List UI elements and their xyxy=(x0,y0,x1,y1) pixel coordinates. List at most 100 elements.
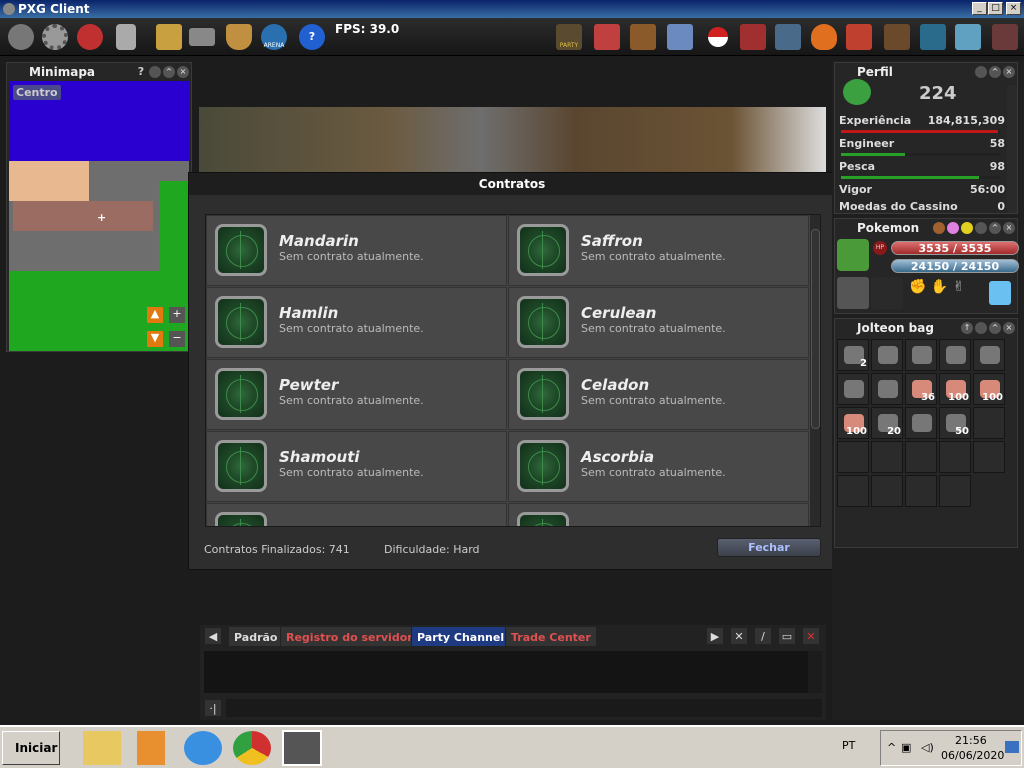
bag-slot-green-device-icon[interactable]: 20 xyxy=(871,407,903,439)
bag-slot-toolbox-icon[interactable] xyxy=(905,407,937,439)
close-tab-icon[interactable]: ✕ xyxy=(730,627,748,645)
calendar-icon[interactable] xyxy=(992,24,1018,50)
media-player-icon[interactable] xyxy=(136,730,166,766)
help-icon[interactable]: ? xyxy=(299,24,325,50)
contract-item[interactable]: Saffron Sem contrato atualmente. xyxy=(508,215,809,286)
contract-item[interactable]: Celadon Sem contrato atualmente. xyxy=(508,359,809,430)
bag-slot-goggles-icon[interactable] xyxy=(871,339,903,371)
close-icon[interactable]: × xyxy=(1003,322,1015,334)
minimize-icon[interactable]: ^ xyxy=(989,322,1001,334)
zoom-out-button[interactable]: − xyxy=(169,331,185,347)
contract-item[interactable] xyxy=(508,503,809,526)
chat-mode-icon[interactable]: ·| xyxy=(204,699,222,717)
minimize-icon[interactable]: ^ xyxy=(163,66,175,78)
bag-slot-capsule-icon[interactable] xyxy=(905,339,937,371)
trainer-icon[interactable] xyxy=(846,24,872,50)
explorer-icon[interactable] xyxy=(82,730,122,766)
close-icon[interactable]: × xyxy=(1003,66,1015,78)
bag-slot-meat-pile-icon[interactable]: 36 xyxy=(905,373,937,405)
profile-scrollbar[interactable] xyxy=(1007,85,1017,213)
lock-icon[interactable] xyxy=(975,322,987,334)
bag-slot-blue-cloth-icon[interactable] xyxy=(871,373,903,405)
clock-date[interactable]: 06/06/2020 xyxy=(941,749,1004,762)
close-window-button[interactable]: × xyxy=(1006,2,1021,15)
pxg-app-icon[interactable] xyxy=(282,730,322,766)
quest-book-icon[interactable] xyxy=(156,24,182,50)
party-icon[interactable]: PARTY xyxy=(556,24,582,50)
close-button[interactable]: Fechar xyxy=(717,538,821,557)
pokeball-slot-icon[interactable] xyxy=(871,277,903,309)
contract-item[interactable]: Hamlin Sem contrato atualmente. xyxy=(206,287,507,358)
bag-slot-meat-pile-icon[interactable]: 100 xyxy=(939,373,971,405)
guild-shield-icon[interactable] xyxy=(226,24,252,50)
ghost-icon[interactable] xyxy=(920,24,946,50)
bag-slot-empty[interactable] xyxy=(871,441,903,473)
moves-icons[interactable]: ✊ ✋ ✌ xyxy=(909,279,979,305)
help-button[interactable]: ? xyxy=(135,66,147,78)
center-button[interactable]: Centro xyxy=(13,85,61,100)
bag-slot-yellow-device-icon[interactable]: 2 xyxy=(837,339,869,371)
bag-slot-empty[interactable] xyxy=(837,475,869,507)
bag-slot-pickaxe-icon[interactable] xyxy=(939,339,971,371)
zoom-in-button[interactable]: + xyxy=(169,307,185,323)
arena-globe-icon[interactable]: ARENA xyxy=(261,24,287,50)
chat-input[interactable] xyxy=(226,699,822,717)
game-view[interactable] xyxy=(199,107,826,173)
bag-icon[interactable] xyxy=(740,24,766,50)
contract-item[interactable]: Shamouti Sem contrato atualmente. xyxy=(206,431,507,502)
pokeball-icon[interactable] xyxy=(708,27,728,47)
pokemon-portrait[interactable] xyxy=(837,239,869,271)
bag-slot-empty[interactable] xyxy=(939,475,971,507)
chrome-icon[interactable] xyxy=(232,730,272,766)
desktop-icon[interactable] xyxy=(1005,741,1019,753)
character-icon[interactable] xyxy=(884,24,910,50)
contract-item[interactable] xyxy=(206,503,507,526)
floor-up-button[interactable]: ▲ xyxy=(147,307,163,323)
pokemon-sprite[interactable] xyxy=(837,277,869,309)
clear-brush-icon[interactable]: / xyxy=(754,627,772,645)
bag-slot-empty[interactable] xyxy=(871,475,903,507)
start-button[interactable]: Iniciar xyxy=(2,731,60,765)
tray-expand-icon[interactable]: ^ xyxy=(887,741,896,754)
tab-server-log[interactable]: Registro do servidor xyxy=(280,626,419,647)
next-tab-button[interactable]: ▶ xyxy=(706,627,724,645)
mute-icon[interactable] xyxy=(77,24,103,50)
minimize-icon[interactable]: ^ xyxy=(989,222,1001,234)
lock-icon[interactable] xyxy=(149,66,161,78)
maximize-button[interactable]: □ xyxy=(988,2,1003,15)
lock-icon[interactable] xyxy=(975,222,987,234)
tab-padrao[interactable]: Padrão xyxy=(228,626,284,647)
bag-slot-empty[interactable] xyxy=(837,441,869,473)
minimize-icon[interactable]: ^ xyxy=(989,66,1001,78)
minimize-button[interactable]: _ xyxy=(972,2,987,15)
contract-item[interactable]: Cerulean Sem contrato atualmente. xyxy=(508,287,809,358)
bird-icon[interactable] xyxy=(955,24,981,50)
language-indicator[interactable]: PT xyxy=(842,739,855,752)
fire-icon[interactable] xyxy=(811,24,837,50)
up-arrow-icon[interactable]: ↑ xyxy=(961,322,973,334)
contract-item[interactable]: Pewter Sem contrato atualmente. xyxy=(206,359,507,430)
gear-icon[interactable] xyxy=(42,24,68,50)
list-scrollbar[interactable] xyxy=(810,215,820,526)
close-chat-icon[interactable]: ✕ xyxy=(802,627,820,645)
meat-icon[interactable] xyxy=(933,222,945,234)
network-icon[interactable]: ▣ xyxy=(901,741,911,754)
bag-slot-meat-pile-icon[interactable]: 100 xyxy=(973,373,1005,405)
close-icon[interactable]: × xyxy=(1003,222,1015,234)
power-icon[interactable] xyxy=(8,24,34,50)
bag-slot-empty[interactable] xyxy=(905,475,937,507)
bag-slot-empty[interactable] xyxy=(973,407,1005,439)
clock-time[interactable]: 21:56 xyxy=(955,734,987,747)
heart-icon[interactable] xyxy=(947,222,959,234)
minimap-view[interactable]: + Centro ▲ ▼ + − xyxy=(9,81,189,351)
tab-party-channel[interactable]: Party Channel xyxy=(411,626,511,647)
bag-slot-meat-pile-icon[interactable]: 100 xyxy=(837,407,869,439)
lock-icon[interactable] xyxy=(975,66,987,78)
prev-tab-button[interactable]: ◀ xyxy=(204,627,222,645)
bag-slot-empty[interactable] xyxy=(973,441,1005,473)
contract-item[interactable]: Ascorbia Sem contrato atualmente. xyxy=(508,431,809,502)
bag-slot-empty[interactable] xyxy=(939,441,971,473)
chest-icon[interactable] xyxy=(630,24,656,50)
tab-trade-center[interactable]: Trade Center xyxy=(505,626,597,647)
bag-slot-dark-device-icon[interactable] xyxy=(973,339,1005,371)
